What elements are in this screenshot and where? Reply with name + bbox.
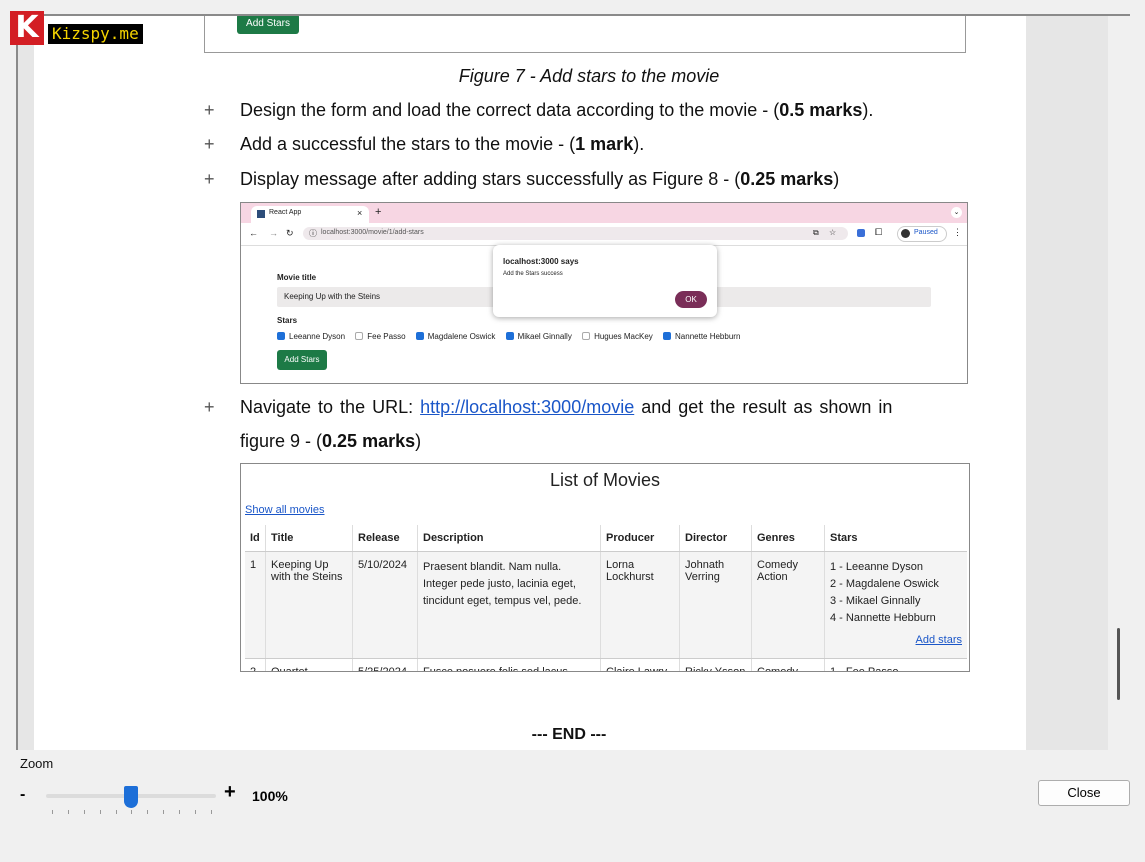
tab-close-icon: × [357,208,363,218]
scrollbar-thumb[interactable] [1117,628,1120,700]
column-header: Producer [600,525,680,552]
back-icon: ← [249,228,258,238]
zoom-in-button[interactable]: + [224,781,236,804]
zoom-slider-thumb[interactable] [124,786,138,808]
slider-tick [131,810,132,814]
column-header: Id [245,525,266,552]
chevron-down-icon: ⌄ [951,207,962,218]
checkbox-checked-icon [505,332,514,340]
kizspy-logo-icon: K [10,11,44,45]
stars-label: Stars [277,316,298,325]
star-option: Fee Passo [355,332,406,341]
column-header: Director [679,525,752,552]
add-stars-link: Add stars [915,634,962,646]
column-header: Release [352,525,418,552]
watermark-logo: K Kizspy.me [10,10,143,46]
alert-dialog: localhost:3000 says Add the Stars succes… [493,245,717,317]
slider-tick [147,810,148,814]
dialog-ok-button: OK [675,291,707,308]
movie-title-label: Movie title [277,273,317,282]
column-header: Stars [824,525,967,552]
document-viewer: Add Stars Figure 7 - Add stars to the mo… [16,14,1130,750]
bullet-symbol: + [204,397,215,417]
slider-tick [68,810,69,814]
checkbox-checked-icon [415,332,424,340]
checkbox-checked-icon [277,332,285,340]
slider-tick [116,810,117,814]
dialog-message: Add the Stars success [503,271,563,277]
checkbox-unchecked-icon [582,332,591,340]
slider-tick [100,810,101,814]
new-tab-icon: + [375,206,382,218]
movies-table: Id Title Release Description Producer Di… [245,525,967,671]
extension-icon [857,229,865,237]
document-page: Add Stars Figure 7 - Add stars to the mo… [34,16,1026,750]
info-icon: ⓘ [309,229,317,238]
browser-tab-bar: React App × + ⌄ [241,203,967,223]
checkbox-unchecked-icon [355,332,364,340]
figure7-caption: Figure 7 - Add stars to the movie [458,66,720,86]
show-all-movies-link: Show all movies [245,504,325,516]
star-icon: ☆ [829,228,837,237]
reload-icon: ↻ [286,228,294,238]
table-row: 2 Quartet 5/25/2024 Fusce posuere felis … [245,658,967,671]
bullet-symbol: + [204,134,215,154]
dialog-title: localhost:3000 says [503,257,579,266]
zoom-label: Zoom [20,756,54,771]
paused-profile-badge: Paused [897,226,947,242]
stars-checkbox-list: Leeanne Dyson Fee Passo Magdalene Oswick… [277,332,740,341]
figure8-screenshot: React App × + ⌄ ← → ↻ ⓘ localhost:3000/m… [240,202,968,384]
close-button[interactable]: Close [1038,780,1130,806]
column-header: Title [265,525,353,552]
puzzle-icon: ⧠ [875,227,883,237]
vertical-scrollbar[interactable] [1108,16,1130,750]
end-marker: --- END --- [531,726,607,743]
forward-icon: → [269,228,278,238]
column-header: Description [417,525,601,552]
bullet-symbol: + [204,100,215,120]
table-row: 1 Keeping Up with the Steins 5/10/2024 P… [245,551,967,659]
slider-tick [195,810,196,814]
bullet-symbol: + [204,169,215,189]
figure9-screenshot: List of Movies Show all movies Id Title … [240,463,970,672]
menu-kebab-icon: ⋮ [953,227,962,237]
slider-tick [84,810,85,814]
zoom-out-button[interactable]: - [20,786,25,804]
checkbox-checked-icon [663,332,672,340]
figure8-add-stars-button: Add Stars [277,350,327,370]
slider-tick [163,810,164,814]
figure7-frame: Add Stars [204,16,966,53]
movie-url-link[interactable]: http://localhost:3000/movie [420,397,634,417]
url-field: ⓘ localhost:3000/movie/1/add-stars ⧉ ☆ [303,227,848,240]
star-option: Magdalene Oswick [415,332,495,341]
star-option: Leeanne Dyson [277,332,345,341]
browser-tab: React App × [251,206,369,223]
watermark-text: Kizspy.me [48,24,143,44]
zoom-value: 100% [252,788,288,804]
profile-avatar [901,229,910,238]
slider-tick [211,810,212,814]
star-option: Nannette Hebburn [663,332,740,341]
slider-tick [52,810,53,814]
table-header-row: Id Title Release Description Producer Di… [245,525,967,552]
movies-list-title: List of Movies [549,470,661,490]
browser-address-bar: ← → ↻ ⓘ localhost:3000/movie/1/add-stars… [241,223,967,246]
slider-tick [179,810,180,814]
column-header: Genres [751,525,825,552]
figure7-add-stars-button: Add Stars [237,16,299,34]
star-option: Mikael Ginnally [505,332,572,341]
star-option: Hugues MacKey [582,332,653,341]
share-icon: ⧉ [813,228,819,237]
react-favicon-icon [257,210,265,218]
